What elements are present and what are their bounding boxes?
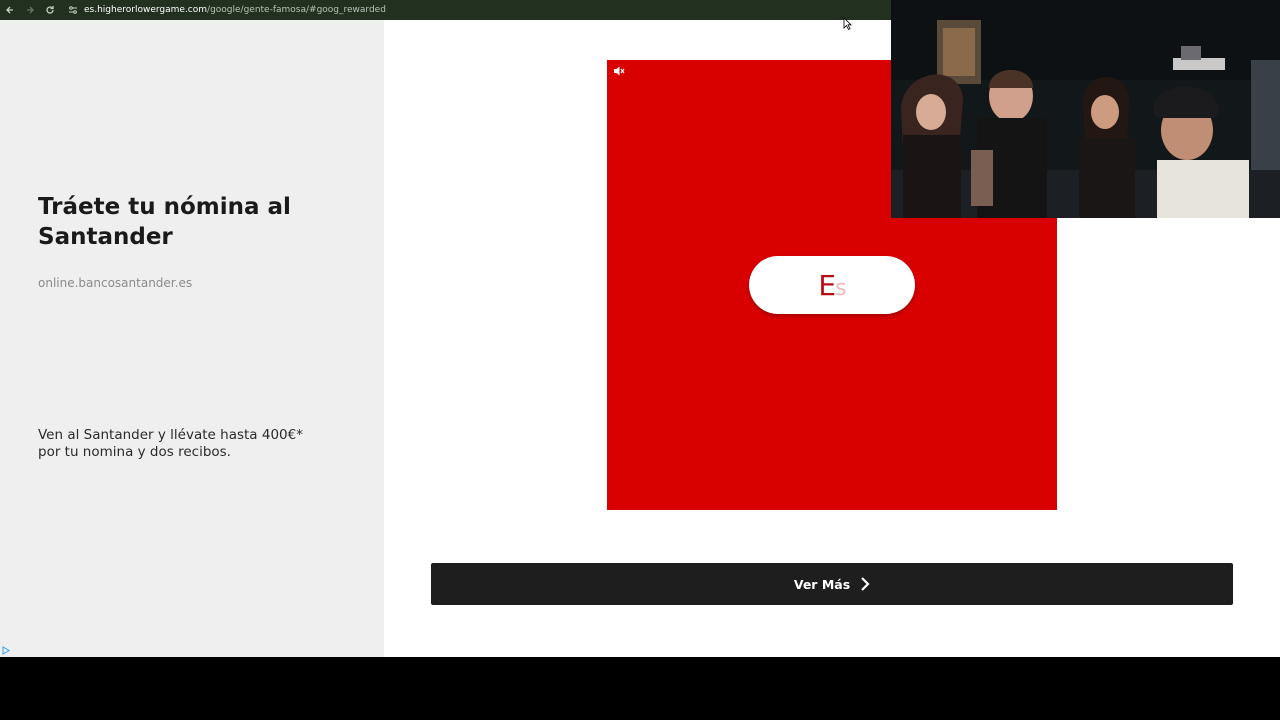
arrow-left-icon <box>6 6 13 14</box>
reload-button[interactable] <box>40 0 60 20</box>
reload-icon <box>46 6 54 14</box>
adchoices-icon[interactable] <box>2 646 11 655</box>
site-info-icon[interactable] <box>66 4 80 16</box>
mouse-cursor-icon <box>843 17 852 31</box>
ad-domain[interactable]: online.bancosantander.es <box>38 276 192 290</box>
mute-icon[interactable] <box>613 65 625 77</box>
pill-text-main: E <box>818 268 836 302</box>
url-text[interactable]: es.higherorlowergame.com/google/gente-fa… <box>84 5 386 15</box>
back-button[interactable] <box>0 0 20 20</box>
ad-info-panel: Tráete tu nómina al Santander online.ban… <box>0 20 384 657</box>
url-host: es.higherorlowergame.com <box>84 5 208 15</box>
pill-text-fade: s <box>835 275 847 301</box>
ad-description: Ven al Santander y llévate hasta 400€* p… <box>38 427 303 460</box>
letterbox-bar <box>0 657 1280 720</box>
webcam-overlay <box>891 0 1280 218</box>
chevron-right-icon <box>861 577 870 591</box>
ad-title[interactable]: Tráete tu nómina al Santander <box>38 192 338 252</box>
ver-mas-label: Ver Más <box>793 576 851 592</box>
arrow-right-icon <box>27 6 34 14</box>
address-bar[interactable]: es.higherorlowergame.com/google/gente-fa… <box>66 2 386 18</box>
animated-text-pill: Es <box>749 256 915 314</box>
pill-text: Es <box>818 268 847 302</box>
ver-mas-button[interactable]: Ver Más <box>431 563 1233 605</box>
url-path: /google/gente-famosa/#goog_rewarded <box>207 5 386 15</box>
forward-button[interactable] <box>20 0 40 20</box>
webcam-scene <box>891 0 1280 218</box>
